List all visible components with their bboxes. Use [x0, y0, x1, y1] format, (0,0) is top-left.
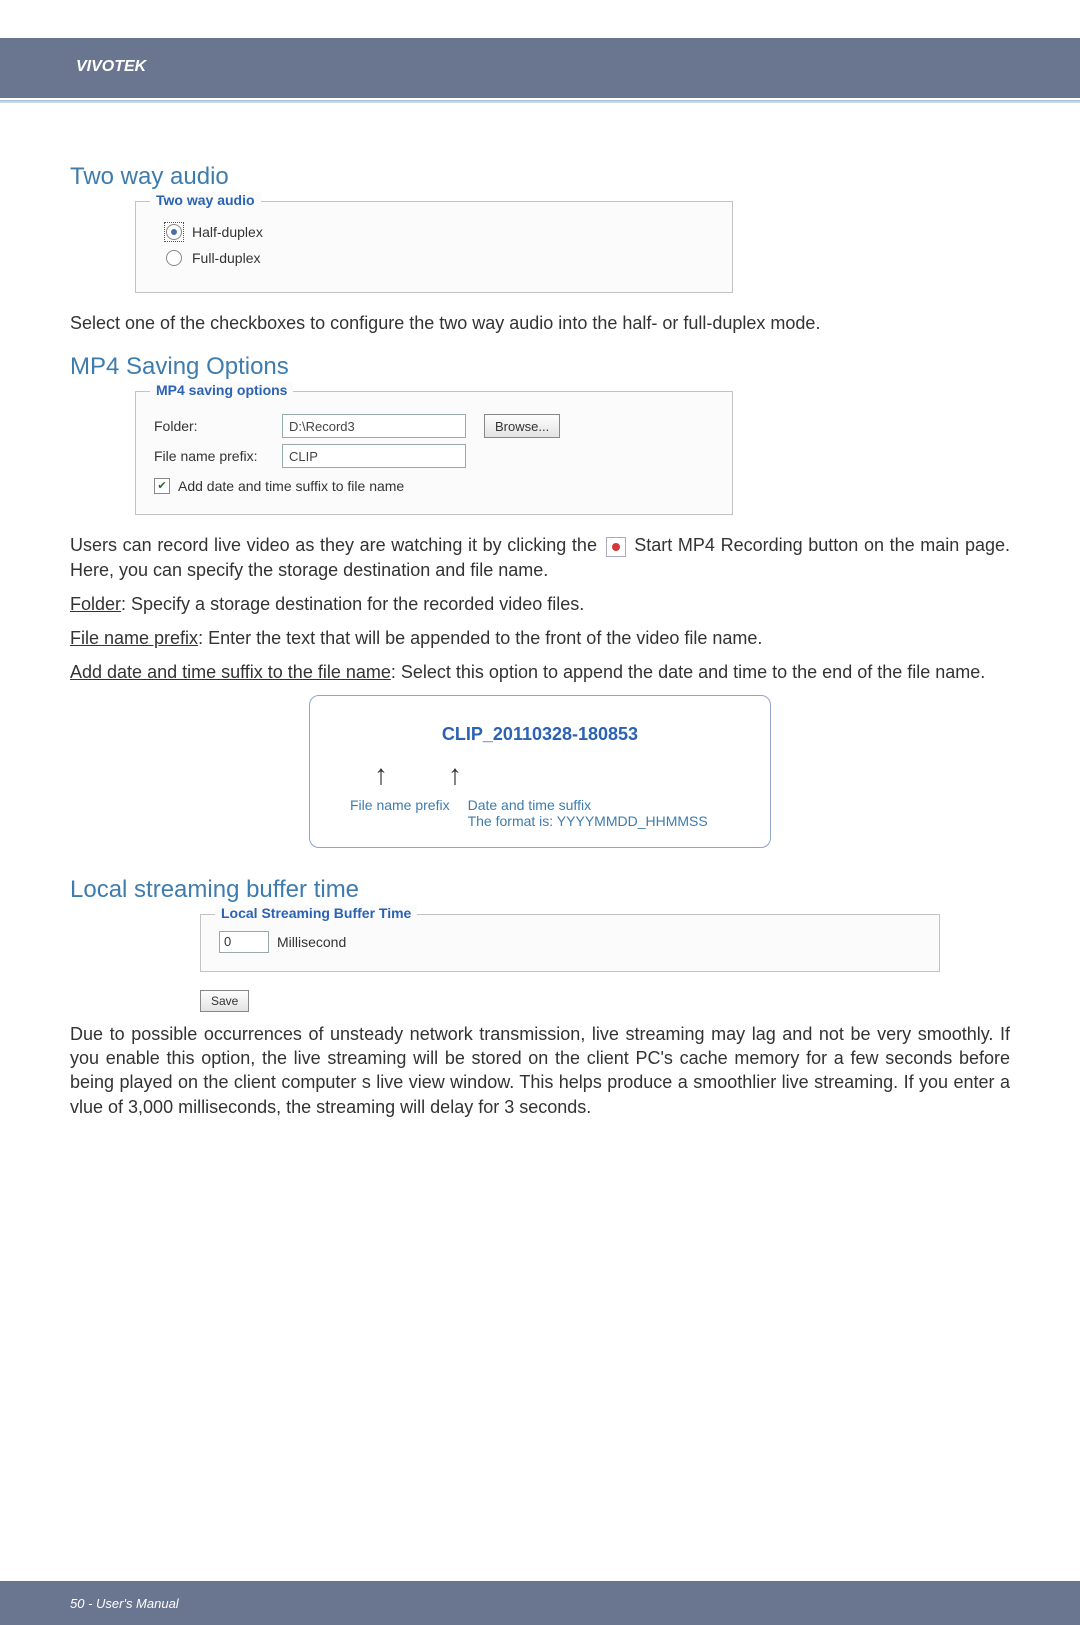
buffer-value-input[interactable]: 0: [219, 931, 269, 953]
radio-label: Full-duplex: [192, 250, 260, 266]
buffer-fieldset: Local Streaming Buffer Time 0 Millisecon…: [200, 914, 940, 972]
radio-label: Half-duplex: [192, 224, 263, 240]
file-prefix-input[interactable]: CLIP: [282, 444, 466, 468]
mp4-paragraph-1: Users can record live video as they are …: [70, 533, 1010, 582]
save-button[interactable]: Save: [200, 990, 249, 1012]
folder-description: Folder: Specify a storage destination fo…: [70, 592, 1010, 616]
example-filename: CLIP_20110328-180853: [350, 724, 730, 745]
brand-label: VIVOTEK: [0, 38, 1080, 76]
header-bar: VIVOTEK: [0, 38, 1080, 98]
suffix-description: Add date and time suffix to the file nam…: [70, 660, 1010, 684]
buffer-unit-label: Millisecond: [277, 934, 346, 950]
two-way-audio-note: Select one of the checkboxes to configur…: [70, 311, 1010, 335]
filename-example-callout: CLIP_20110328-180853 ↑ ↑ File name prefi…: [309, 695, 771, 848]
fieldset-legend: Local Streaming Buffer Time: [215, 905, 417, 921]
file-prefix-label: File name prefix:: [154, 448, 264, 464]
mp4-options-fieldset: MP4 saving options Folder: D:\Record3 Br…: [135, 391, 733, 515]
caption-prefix: File name prefix: [350, 797, 450, 829]
fieldset-legend: MP4 saving options: [150, 382, 293, 398]
folder-input[interactable]: D:\Record3: [282, 414, 466, 438]
arrow-up-icon: ↑: [448, 761, 462, 789]
fieldset-legend: Two way audio: [150, 192, 261, 208]
footer-bar: 50 - User's Manual: [0, 1581, 1080, 1625]
add-date-suffix-label: Add date and time suffix to file name: [178, 478, 404, 494]
section-heading-mp4: MP4 Saving Options: [70, 353, 1010, 381]
browse-button[interactable]: Browse...: [484, 414, 560, 438]
folder-label: Folder:: [154, 418, 264, 434]
radio-half-duplex[interactable]: [166, 224, 182, 240]
section-heading-buffer: Local streaming buffer time: [70, 876, 1010, 904]
arrow-up-icon: ↑: [374, 761, 388, 789]
buffer-paragraph: Due to possible occurrences of unsteady …: [70, 1022, 1010, 1119]
add-date-suffix-checkbox[interactable]: [154, 478, 170, 494]
caption-suffix: Date and time suffix The format is: YYYY…: [468, 797, 708, 829]
footer-text: 50 - User's Manual: [70, 1596, 179, 1611]
radio-full-duplex[interactable]: [166, 250, 182, 266]
radio-half-duplex-row[interactable]: Half-duplex: [164, 222, 714, 242]
section-heading-two-way-audio: Two way audio: [70, 163, 1010, 191]
two-way-audio-fieldset: Two way audio Half-duplex Full-duplex: [135, 201, 733, 293]
prefix-description: File name prefix: Enter the text that wi…: [70, 626, 1010, 650]
radio-full-duplex-row[interactable]: Full-duplex: [164, 248, 714, 268]
record-icon: [606, 537, 626, 557]
